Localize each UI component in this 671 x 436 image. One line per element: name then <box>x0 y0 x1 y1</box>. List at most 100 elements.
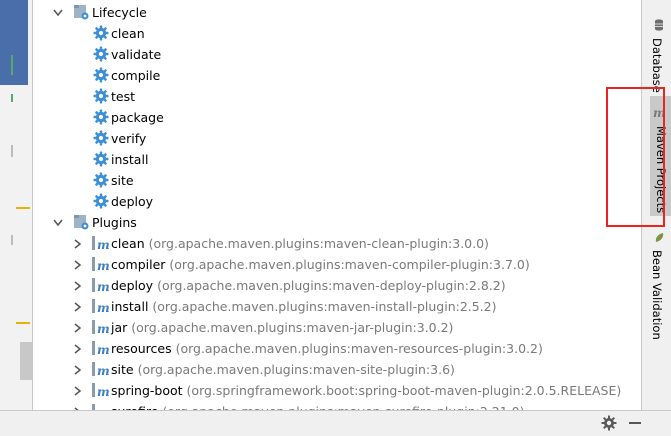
editor-gutter-strip <box>0 0 33 435</box>
phase-label: deploy <box>111 194 154 209</box>
tree-node-label: Lifecycle <box>92 5 147 20</box>
chevron-right-icon[interactable] <box>71 338 85 359</box>
tree-node-phase-site[interactable]: site <box>33 170 633 191</box>
plugin-coordinates: (org.apache.maven.plugins:maven-clean-pl… <box>148 236 489 251</box>
tree-node-plugin-deploy[interactable]: m deploy (org.apache.maven.plugins:maven-… <box>33 275 633 296</box>
change-marker <box>11 55 13 75</box>
svg-text:m: m <box>97 280 109 294</box>
bean-icon <box>654 232 665 247</box>
svg-text:m: m <box>97 259 109 273</box>
plugin-name: jar <box>111 320 128 335</box>
phase-label: install <box>111 152 149 167</box>
change-marker <box>11 145 13 157</box>
phase-label: site <box>111 173 134 188</box>
tree-node-phase-package[interactable]: package <box>33 107 633 128</box>
plugin-coordinates: (org.apache.maven.plugins:maven-resource… <box>175 341 543 356</box>
chevron-right-icon[interactable] <box>71 275 85 296</box>
phase-label: test <box>111 89 136 104</box>
tree-node-phase-verify[interactable]: verify <box>33 128 633 149</box>
tree-node-label: Plugins <box>92 215 137 230</box>
plugin-name: resources <box>111 341 172 356</box>
warning-marker <box>16 322 30 324</box>
bottom-status-bar <box>0 410 671 436</box>
tree-node-phase-clean[interactable]: clean <box>33 23 633 44</box>
tree-node-plugin-surefire[interactable]: msurefire (org.apache.maven.plugins:mave… <box>33 401 633 410</box>
svg-text:m: m <box>97 301 109 315</box>
chevron-down-icon[interactable] <box>51 212 65 233</box>
maven-plugin-icon: m <box>91 381 110 399</box>
maven-folder-icon <box>73 214 89 230</box>
svg-text:m: m <box>97 343 109 357</box>
chevron-down-icon[interactable] <box>51 2 65 23</box>
plugin-name: compiler <box>111 257 166 272</box>
tree-node-plugin-resources[interactable]: m resources (org.apache.maven.plugins:mav… <box>33 338 633 359</box>
plugin-name: deploy <box>111 278 154 293</box>
svg-text:m: m <box>97 385 109 399</box>
plugin-name: install <box>111 299 149 314</box>
gear-icon <box>93 88 109 104</box>
tree-node-plugin-compiler[interactable]: m compiler (org.apache.maven.plugins:mave… <box>33 254 633 275</box>
phase-label: package <box>111 110 164 125</box>
minus-icon[interactable] <box>629 422 641 424</box>
chevron-right-icon[interactable] <box>71 401 85 410</box>
tree-node-phase-test[interactable]: test <box>33 86 633 107</box>
change-marker <box>11 235 13 245</box>
maven-folder-icon <box>73 4 89 20</box>
gear-icon <box>93 67 109 83</box>
database-icon <box>654 19 664 34</box>
tree-node-plugin-clean[interactable]: m clean (org.apache.maven.plugins:maven-c… <box>33 233 633 254</box>
tree-node-phase-install[interactable]: install <box>33 149 633 170</box>
chevron-right-icon[interactable] <box>71 254 85 275</box>
plugin-coordinates: (org.apache.maven.plugins:maven-compiler… <box>169 257 530 272</box>
highlight-box <box>606 87 665 227</box>
gear-icon <box>93 193 109 209</box>
svg-text:m: m <box>97 238 109 252</box>
tab-bean-validation-label: Bean Validation <box>650 250 664 340</box>
gear-icon <box>93 109 109 125</box>
tree-node-plugin-site[interactable]: m site (org.apache.maven.plugins:maven-si… <box>33 359 633 380</box>
chevron-right-icon[interactable] <box>71 359 85 380</box>
plugin-name: clean <box>111 236 145 251</box>
gear-icon <box>93 172 109 188</box>
maven-plugin-icon: m <box>91 339 110 357</box>
chevron-right-icon[interactable] <box>71 296 85 317</box>
plugin-name: spring-boot <box>111 383 183 398</box>
maven-plugin-icon: m <box>91 402 110 410</box>
plugin-coordinates: (org.springframework.boot:spring-boot-ma… <box>186 383 622 398</box>
tree-node-plugin-jar[interactable]: m jar (org.apache.maven.plugins:maven-jar… <box>33 317 633 338</box>
warning-marker <box>16 207 30 209</box>
maven-plugin-icon: m <box>91 234 110 252</box>
tree-node-plugins[interactable]: Plugins <box>33 212 633 233</box>
tree-node-phase-deploy[interactable]: deploy <box>33 191 633 212</box>
tree-node-phase-compile[interactable]: compile <box>33 65 633 86</box>
chevron-right-icon[interactable] <box>71 233 85 254</box>
gear-icon[interactable] <box>601 415 617 431</box>
tree-node-phase-validate[interactable]: validate <box>33 44 633 65</box>
tree-node-lifecycle[interactable]: Lifecycle <box>33 2 633 23</box>
plugin-coordinates: (org.apache.maven.plugins:maven-site-plu… <box>137 362 455 377</box>
editor-selection-block <box>0 0 28 85</box>
plugin-coordinates: (org.apache.maven.plugins:maven-install-… <box>152 299 497 314</box>
gear-icon <box>93 130 109 146</box>
maven-plugin-icon: m <box>91 318 110 336</box>
tab-database-label: Database <box>650 38 664 93</box>
phase-label: validate <box>111 47 162 62</box>
gear-icon <box>93 25 109 41</box>
svg-text:m: m <box>97 364 109 378</box>
gear-icon <box>93 151 109 167</box>
tree-node-plugin-install[interactable]: m install (org.apache.maven.plugins:maven… <box>33 296 633 317</box>
plugin-name: site <box>111 362 134 377</box>
editor-scroll-thumb[interactable] <box>20 342 32 380</box>
tree-node-plugin-spring-boot[interactable]: m spring-boot (org.springframework.boot:s… <box>33 380 633 401</box>
chevron-right-icon[interactable] <box>71 380 85 401</box>
phase-label: verify <box>111 131 147 146</box>
phase-label: clean <box>111 26 145 41</box>
plugin-coordinates: (org.apache.maven.plugins:maven-jar-plug… <box>131 320 454 335</box>
change-marker <box>11 94 13 102</box>
chevron-right-icon[interactable] <box>71 317 85 338</box>
tab-bean-validation[interactable]: Bean Validation <box>641 232 671 342</box>
gear-icon <box>93 46 109 62</box>
tab-database[interactable]: Database <box>641 14 671 94</box>
phase-label: compile <box>111 68 161 83</box>
maven-plugin-icon: m <box>91 255 110 273</box>
